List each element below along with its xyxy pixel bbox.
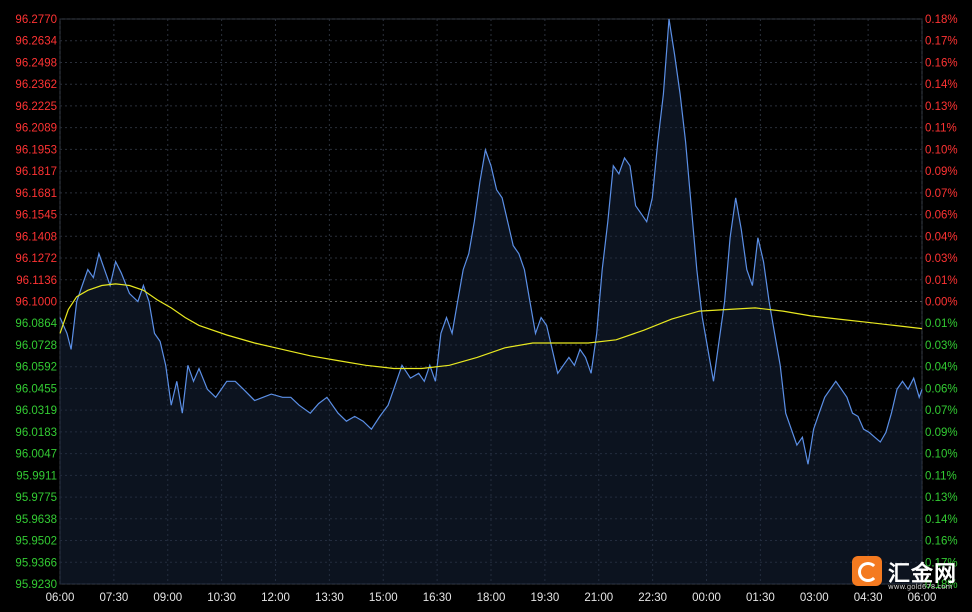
y-tick-left: 95.9230 (15, 579, 57, 591)
x-tick-label: 19:30 (530, 592, 559, 604)
x-tick-label: 15:00 (369, 592, 398, 604)
y-tick-left: 96.2634 (15, 36, 57, 48)
x-tick-label: 12:00 (261, 592, 290, 604)
y-tick-left: 96.1545 (15, 210, 57, 222)
y-tick-right: 0.14% (925, 514, 958, 526)
y-tick-left: 96.1272 (15, 253, 57, 265)
y-tick-right: 0.18% (925, 14, 958, 26)
y-tick-right: 0.11% (925, 123, 957, 135)
y-tick-right: 0.06% (925, 210, 958, 222)
y-tick-left: 95.9638 (15, 514, 57, 526)
y-tick-right: 0.09% (925, 427, 958, 439)
y-tick-left: 96.2362 (15, 79, 57, 91)
price-chart: 96.2770 0.18% 96.2634 0.17% 96.2498 0.16% 96.2… (0, 0, 972, 612)
y-tick-right: 0.17% (925, 36, 958, 48)
y-tick-left: 96.2770 (15, 14, 57, 26)
y-tick-right: 0.09% (925, 166, 958, 178)
y-tick-right: 0.10% (925, 144, 958, 156)
y-tick-left: 96.0455 (15, 383, 57, 395)
y-tick-right: 0.06% (925, 383, 958, 395)
y-tick-left: 95.9366 (15, 557, 57, 569)
x-tick-label: 10:30 (207, 592, 236, 604)
y-tick-right: 0.11% (925, 470, 957, 482)
y-tick-right: 0.04% (925, 362, 958, 374)
x-tick-label: 21:00 (584, 592, 613, 604)
brand-url: www.gold678.com (888, 583, 953, 591)
y-tick-left: 96.0047 (15, 449, 57, 461)
y-tick-left: 96.0728 (15, 340, 57, 352)
y-tick-left: 95.9775 (15, 492, 57, 504)
y-tick-right: 0.13% (925, 101, 958, 113)
y-tick-left: 96.1136 (16, 275, 57, 287)
brand-logo: 汇金网 www.gold678.com (852, 552, 970, 596)
y-tick-right: 0.01% (925, 275, 958, 287)
y-tick-right: 0.03% (925, 253, 958, 265)
y-tick-left: 96.1953 (15, 144, 57, 156)
y-tick-left: 96.2089 (15, 123, 57, 135)
y-tick-left: 96.0183 (15, 427, 57, 439)
x-tick-label: 01:30 (746, 592, 775, 604)
y-tick-left: 96.1817 (15, 166, 57, 178)
y-tick-right: 0.03% (925, 340, 958, 352)
x-tick-label: 07:30 (99, 592, 128, 604)
y-tick-left: 96.0864 (15, 318, 57, 330)
y-tick-left: 96.1000 (15, 297, 57, 309)
y-tick-right: 0.16% (925, 57, 958, 69)
x-tick-label: 09:00 (153, 592, 182, 604)
y-tick-right: 0.10% (925, 449, 958, 461)
x-tick-label: 03:00 (800, 592, 829, 604)
y-tick-left: 95.9502 (15, 536, 57, 548)
x-tick-label: 22:30 (638, 592, 667, 604)
y-tick-right: 0.04% (925, 231, 958, 243)
x-tick-label: 18:00 (477, 592, 506, 604)
x-tick-label: 16:30 (423, 592, 452, 604)
x-tick-label: 00:00 (692, 592, 721, 604)
y-tick-left: 96.1681 (15, 188, 57, 200)
y-tick-right: 0.07% (925, 405, 958, 417)
y-tick-right: 0.01% (925, 318, 958, 330)
y-tick-right: 0.00% (925, 297, 958, 309)
y-tick-right: 0.14% (925, 79, 958, 91)
y-tick-left: 96.0592 (15, 362, 57, 374)
y-tick-right: 0.13% (925, 492, 958, 504)
x-tick-label: 06:00 (46, 592, 75, 604)
y-tick-left: 96.2225 (15, 101, 57, 113)
x-tick-label: 13:30 (315, 592, 344, 604)
y-tick-right: 0.07% (925, 188, 958, 200)
y-tick-right: 0.16% (925, 536, 958, 548)
logo-icon (852, 556, 882, 586)
y-tick-left: 96.1408 (15, 231, 57, 243)
y-tick-left: 96.0319 (15, 405, 57, 417)
y-tick-left: 95.9911 (16, 470, 57, 482)
y-tick-left: 96.2498 (15, 57, 57, 69)
